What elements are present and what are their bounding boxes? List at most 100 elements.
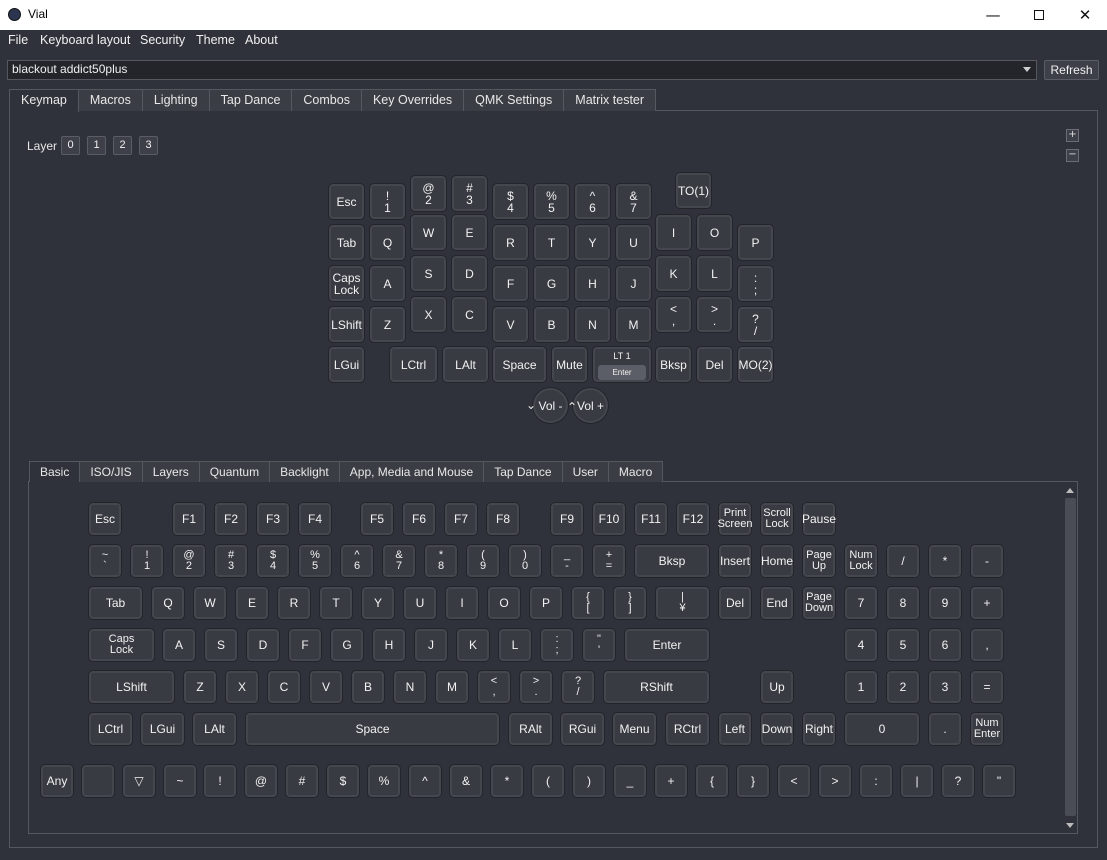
- keymap-key-b[interactable]: B: [533, 306, 570, 343]
- keymap-key-lgui[interactable]: LGui: [328, 346, 365, 383]
- keycode-pipe[interactable]: |: [900, 764, 934, 798]
- keycode-d[interactable]: D: [246, 628, 280, 662]
- keycode-u[interactable]: U: [403, 586, 437, 620]
- keycode-slash[interactable]: ? /: [561, 670, 595, 704]
- keymap-key-space[interactable]: Space: [492, 346, 547, 383]
- keycode-bksp[interactable]: Bksp: [634, 544, 710, 578]
- scroll-down-arrow-icon[interactable]: [1066, 823, 1074, 828]
- keycode-lalt[interactable]: LAlt: [192, 712, 237, 746]
- keymap-key-comma[interactable]: < ,: [655, 296, 692, 333]
- tab-matrix-tester[interactable]: Matrix tester: [563, 89, 657, 111]
- keymap-key-s[interactable]: S: [410, 255, 447, 292]
- zoom-in-button[interactable]: +: [1066, 129, 1079, 142]
- layer-button-3[interactable]: 3: [139, 136, 158, 155]
- keymap-key-1[interactable]: ! 1: [369, 183, 406, 220]
- keycode-z[interactable]: Z: [183, 670, 217, 704]
- keycode-f9[interactable]: F9: [550, 502, 584, 536]
- keymap-key-lt-1[interactable]: LT 1 Enter: [592, 346, 652, 383]
- keycode-4[interactable]: $ 4: [256, 544, 290, 578]
- tab-app-media-mouse[interactable]: App, Media and Mouse: [338, 461, 485, 482]
- keycode-2[interactable]: 2: [886, 670, 920, 704]
- keycode-plus[interactable]: +: [654, 764, 688, 798]
- keycode-g[interactable]: G: [330, 628, 364, 662]
- keycode-caret[interactable]: ^: [408, 764, 442, 798]
- keycode-3[interactable]: 3: [928, 670, 962, 704]
- keycode-y[interactable]: Y: [361, 586, 395, 620]
- keymap-key-p[interactable]: P: [737, 224, 774, 261]
- encoder-vol[interactable]: Vol +: [572, 387, 609, 424]
- keymap-key-tab[interactable]: Tab: [328, 224, 365, 261]
- keycode-b[interactable]: B: [351, 670, 385, 704]
- keymap-key-g[interactable]: G: [533, 265, 570, 302]
- keycode-rbrace[interactable]: }: [736, 764, 770, 798]
- keycode-exclaim[interactable]: !: [203, 764, 237, 798]
- keycode-f6[interactable]: F6: [402, 502, 436, 536]
- tab-iso-jis[interactable]: ISO/JIS: [79, 461, 143, 482]
- keycode-screen[interactable]: Print Screen: [718, 502, 752, 536]
- keycode-5[interactable]: % 5: [298, 544, 332, 578]
- keycode-blank[interactable]: ~ `: [88, 544, 122, 578]
- keycode-r[interactable]: R: [277, 586, 311, 620]
- keycode-rparen[interactable]: ): [572, 764, 606, 798]
- keymap-key-del[interactable]: Del: [696, 346, 733, 383]
- keycode-dot[interactable]: > .: [519, 670, 553, 704]
- keycode-6[interactable]: ^ 6: [340, 544, 374, 578]
- keymap-key-d[interactable]: D: [451, 255, 488, 292]
- keycode-f3[interactable]: F3: [256, 502, 290, 536]
- keycode-w[interactable]: W: [193, 586, 227, 620]
- keymap-key-x[interactable]: X: [410, 296, 447, 333]
- menu-theme[interactable]: Theme: [196, 33, 235, 47]
- keycode-blank[interactable]: " ': [582, 628, 616, 662]
- keymap-key-lctrl[interactable]: LCtrl: [389, 346, 438, 383]
- keycode-minus[interactable]: -: [970, 544, 1004, 578]
- keycode-blank[interactable]: { [: [571, 586, 605, 620]
- keycode-hash[interactable]: #: [285, 764, 319, 798]
- keymap-key-k[interactable]: K: [655, 255, 692, 292]
- tab-key-overrides[interactable]: Key Overrides: [360, 89, 465, 111]
- keycode-c[interactable]: C: [267, 670, 301, 704]
- tab-tap-dance[interactable]: Tap Dance: [208, 89, 293, 111]
- keycode-n[interactable]: N: [393, 670, 427, 704]
- menu-keyboard-layout[interactable]: Keyboard layout: [40, 33, 130, 47]
- keycode-f4[interactable]: F4: [298, 502, 332, 536]
- keycode-quote[interactable]: ": [982, 764, 1016, 798]
- keycode-9[interactable]: ( 9: [466, 544, 500, 578]
- keymap-key-mute[interactable]: Mute: [551, 346, 588, 383]
- encoder-vol[interactable]: Vol -: [532, 387, 569, 424]
- keycode-j[interactable]: J: [414, 628, 448, 662]
- keycode-enter[interactable]: Enter: [624, 628, 710, 662]
- keymap-key-f[interactable]: F: [492, 265, 529, 302]
- keymap-key-j[interactable]: J: [615, 265, 652, 302]
- keycode-at[interactable]: @: [244, 764, 278, 798]
- keycode-5[interactable]: 5: [886, 628, 920, 662]
- keycode-s[interactable]: S: [204, 628, 238, 662]
- keycode-e[interactable]: E: [235, 586, 269, 620]
- scroll-up-arrow-icon[interactable]: [1066, 488, 1074, 493]
- keycode-comma[interactable]: ,: [970, 628, 1004, 662]
- keycode-rshift[interactable]: RShift: [603, 670, 710, 704]
- keycode-pause[interactable]: Pause: [802, 502, 836, 536]
- keycode-f11[interactable]: F11: [634, 502, 668, 536]
- keycode-7[interactable]: & 7: [382, 544, 416, 578]
- keycode-question[interactable]: ?: [941, 764, 975, 798]
- keycode-h[interactable]: H: [372, 628, 406, 662]
- keycode-blank[interactable]: } ]: [613, 586, 647, 620]
- keycode-del[interactable]: Del: [718, 586, 752, 620]
- keycode-rctrl[interactable]: RCtrl: [665, 712, 710, 746]
- keycode-esc[interactable]: Esc: [88, 502, 122, 536]
- keymap-key-5[interactable]: % 5: [533, 183, 570, 220]
- keycode-8[interactable]: * 8: [424, 544, 458, 578]
- keycode-q[interactable]: Q: [151, 586, 185, 620]
- tab-keymap[interactable]: Keymap: [9, 89, 79, 112]
- keycode-slash[interactable]: /: [886, 544, 920, 578]
- keymap-key-o[interactable]: O: [696, 214, 733, 251]
- keycode-o[interactable]: O: [487, 586, 521, 620]
- keycode-asterisk[interactable]: *: [928, 544, 962, 578]
- keycode-home[interactable]: Home: [760, 544, 794, 578]
- keycode-left[interactable]: Left: [718, 712, 752, 746]
- keymap-key-lshift[interactable]: LShift: [328, 306, 365, 343]
- layer-button-0[interactable]: 0: [61, 136, 80, 155]
- keymap-key-3[interactable]: # 3: [451, 175, 488, 212]
- maximize-button[interactable]: [1016, 0, 1062, 30]
- keycode-8[interactable]: 8: [886, 586, 920, 620]
